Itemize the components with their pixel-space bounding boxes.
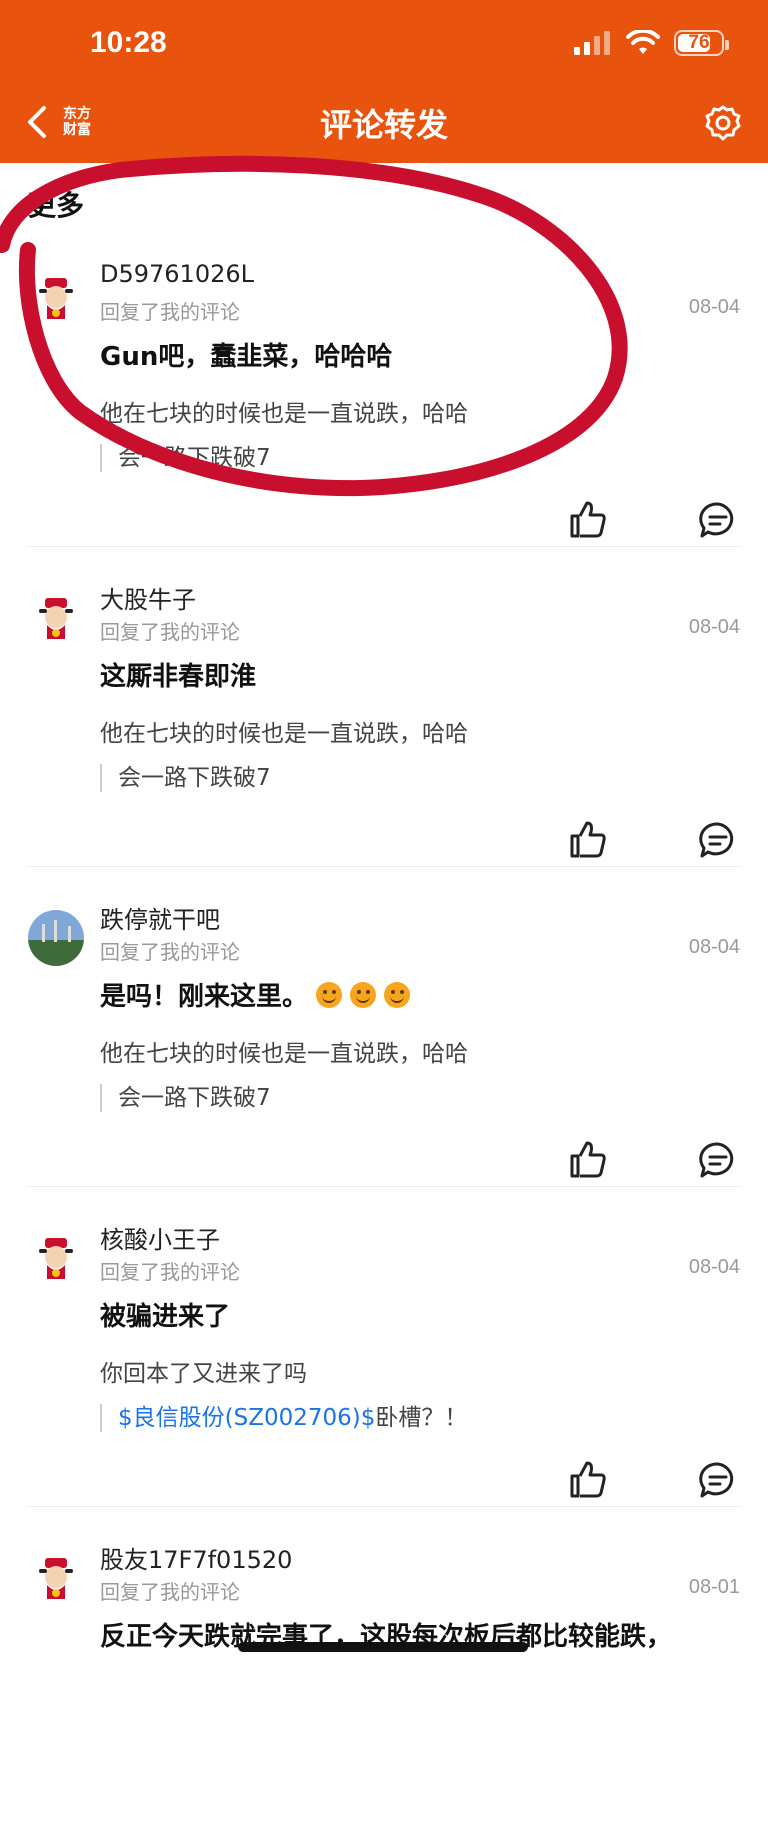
comment-date: 08-01 <box>688 1576 740 1598</box>
thumbs-up-icon[interactable] <box>568 820 608 860</box>
home-indicator <box>238 1642 528 1652</box>
reply-bubble-icon[interactable] <box>698 1140 738 1180</box>
avatar[interactable] <box>28 590 84 646</box>
caishen-avatar-icon <box>39 1238 73 1279</box>
comment-date: 08-04 <box>688 296 740 318</box>
smile-emoji-icon <box>316 981 343 1008</box>
quoted-post[interactable]: 会一路下跌破7 <box>100 444 271 472</box>
thumbs-up-icon[interactable] <box>568 1460 608 1500</box>
comment-card[interactable]: 大股牛子 回复了我的评论 08-04 这厮非春即淮 他在七块的时候也是一直说跌，… <box>0 546 768 880</box>
battery-icon: 76 <box>674 30 729 56</box>
page-title: 评论转发 <box>319 106 448 144</box>
comment-card[interactable]: 核酸小王子 回复了我的评论 08-04 被骗进来了 你回本了又进来了吗 $良信股… <box>0 1186 768 1520</box>
comment-card[interactable]: 跌停就干吧 回复了我的评论 08-04 是吗！刚来这里。 他在七块的时候也是一直… <box>0 866 768 1200</box>
comment-text: 这厮非春即淮 <box>100 662 257 692</box>
avatar[interactable] <box>28 270 84 326</box>
comment-text: 被骗进来了 <box>100 1302 231 1332</box>
comment-list: D59761026L 回复了我的评论 08-04 Gun吧，蠢韭菜，哈哈哈 他在… <box>0 240 768 1840</box>
caishen-avatar-icon <box>39 1558 73 1599</box>
reply-bubble-icon[interactable] <box>698 1460 738 1500</box>
landscape-photo-avatar <box>28 910 84 966</box>
reply-subtitle: 回复了我的评论 <box>100 1580 240 1604</box>
comment-text: Gun吧，蠢韭菜，哈哈哈 <box>100 342 393 372</box>
username[interactable]: 股友17F7f01520 <box>100 1540 292 1575</box>
battery-level: 76 <box>688 32 710 53</box>
original-comment[interactable]: 他在七块的时候也是一直说跌，哈哈 <box>100 1034 468 1068</box>
original-comment[interactable]: 他在七块的时候也是一直说跌，哈哈 <box>100 394 468 428</box>
username[interactable]: D59761026L <box>100 260 254 288</box>
status-icons: 76 <box>574 30 729 56</box>
caishen-avatar-icon <box>39 598 73 639</box>
reply-bubble-icon[interactable] <box>698 820 738 860</box>
avatar[interactable] <box>28 1230 84 1286</box>
reply-bubble-icon[interactable] <box>698 500 738 540</box>
original-comment[interactable]: 你回本了又进来了吗 <box>100 1354 307 1388</box>
original-comment[interactable]: 他在七块的时候也是一直说跌，哈哈 <box>100 714 468 748</box>
smile-emoji-icon <box>384 981 411 1008</box>
stock-link[interactable]: $良信股份(SZ002706)$ <box>118 1405 375 1431</box>
signal-icon <box>574 31 610 55</box>
top-bar: 10:28 76 东方财富 评论转发 <box>0 0 768 163</box>
comment-text: 是吗！刚来这里。 <box>100 976 411 1013</box>
settings-gear-icon[interactable] <box>704 104 742 142</box>
reply-subtitle: 回复了我的评论 <box>100 620 240 644</box>
username[interactable]: 大股牛子 <box>100 580 196 615</box>
comment-date: 08-04 <box>688 1256 740 1278</box>
username[interactable]: 核酸小王子 <box>100 1220 220 1255</box>
avatar[interactable] <box>28 1550 84 1606</box>
quoted-post[interactable]: 会一路下跌破7 <box>100 764 271 792</box>
caishen-avatar-icon <box>39 278 73 319</box>
comment-date: 08-04 <box>688 616 740 638</box>
comment-card[interactable]: D59761026L 回复了我的评论 08-04 Gun吧，蠢韭菜，哈哈哈 他在… <box>0 240 768 560</box>
username[interactable]: 跌停就干吧 <box>100 900 220 935</box>
smile-emoji-icon <box>350 981 377 1008</box>
comment-date: 08-04 <box>688 936 740 958</box>
quoted-post[interactable]: 会一路下跌破7 <box>100 1084 271 1112</box>
status-time: 10:28 <box>90 26 167 59</box>
reply-subtitle: 回复了我的评论 <box>100 940 240 964</box>
quoted-post[interactable]: $良信股份(SZ002706)$卧槽？！ <box>100 1404 467 1432</box>
reply-subtitle: 回复了我的评论 <box>100 1260 240 1284</box>
reply-subtitle: 回复了我的评论 <box>100 300 240 324</box>
comment-card[interactable]: 股友17F7f01520 回复了我的评论 08-01 反正今天跌就完事了，这股每… <box>0 1506 768 1840</box>
avatar[interactable] <box>28 910 84 966</box>
thumbs-up-icon[interactable] <box>568 1140 608 1180</box>
thumbs-up-icon[interactable] <box>568 500 608 540</box>
tab-peek-label[interactable]: 更多 <box>28 184 84 224</box>
wifi-icon <box>626 30 660 54</box>
